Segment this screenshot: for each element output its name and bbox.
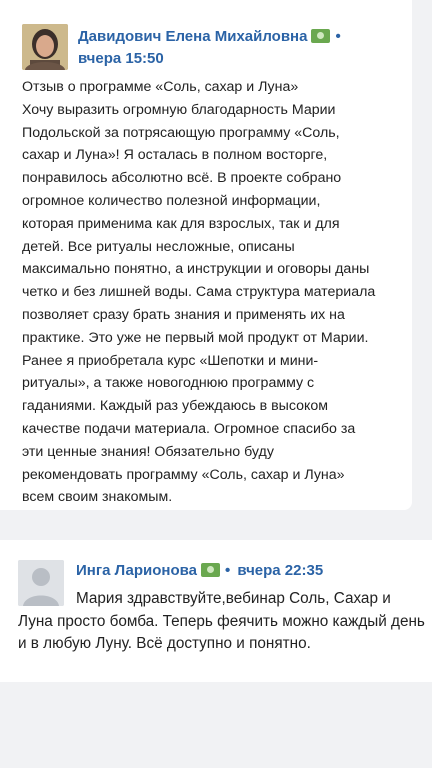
- avatar-photo-icon: [22, 24, 68, 70]
- review-text-content: Мария здравствуйте,вебинар Соль, Сахар и…: [18, 590, 425, 652]
- review-time[interactable]: вчера 15:50: [78, 50, 164, 67]
- author-name[interactable]: Инга Ларионова: [76, 562, 197, 579]
- author-name-row: Инга Ларионова • вчера 22:35: [76, 562, 323, 579]
- money-icon: [311, 29, 331, 43]
- author-name-row: Давидович Елена Михайловна •: [78, 28, 341, 45]
- review-card: Давидович Елена Михайловна • вчера 15:50 …: [0, 0, 412, 510]
- author-avatar[interactable]: [22, 24, 68, 70]
- review-time[interactable]: вчера 22:35: [237, 562, 323, 579]
- review-text: Мария здравствуйте,вебинар Соль, Сахар и…: [18, 588, 426, 656]
- separator-dot: •: [335, 28, 341, 45]
- money-icon: [200, 563, 220, 577]
- author-name[interactable]: Давидович Елена Михайловна: [78, 28, 307, 45]
- separator-dot: •: [224, 562, 231, 579]
- review-text: Отзыв о программе «Соль, сахар и Луна» Х…: [22, 79, 376, 506]
